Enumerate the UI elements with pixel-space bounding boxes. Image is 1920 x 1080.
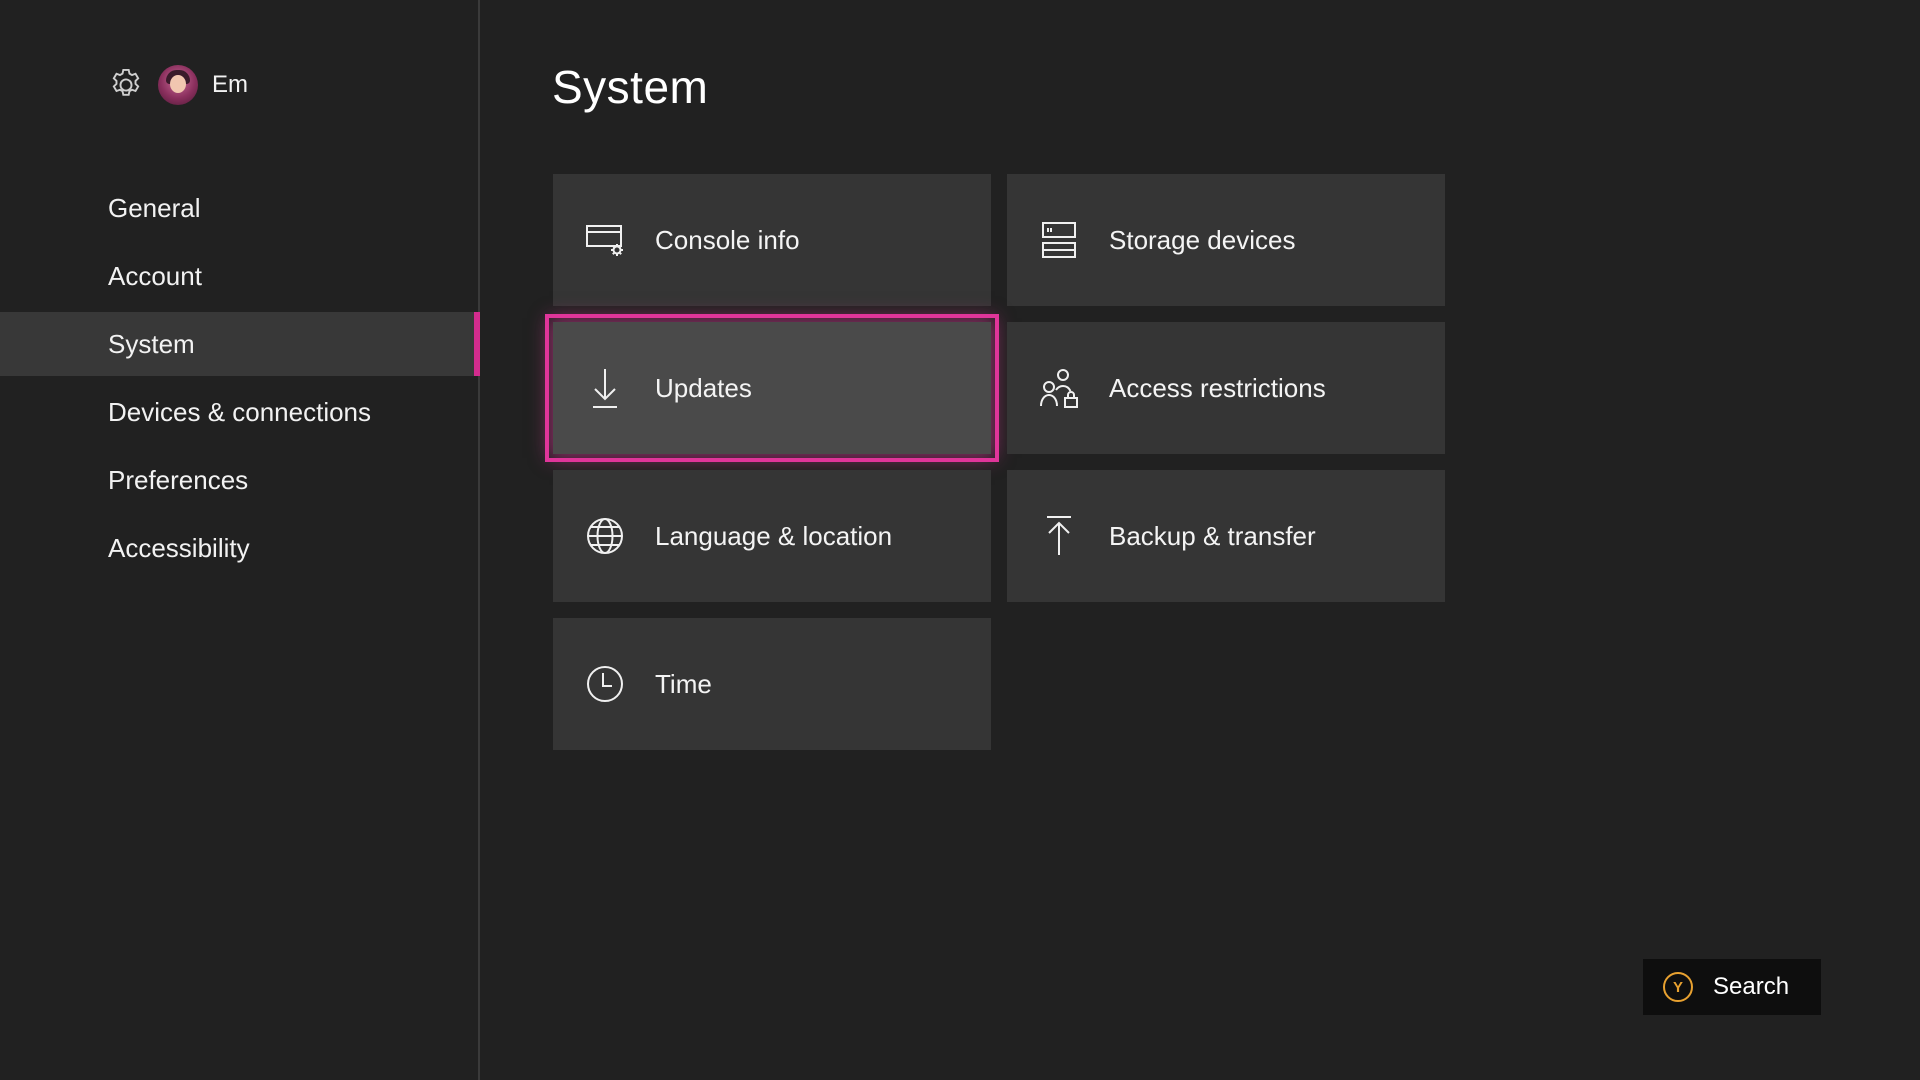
settings-tiles: Console info Storage devices Updates Acc… (545, 174, 1445, 750)
sidebar-item-label: System (108, 328, 195, 359)
sidebar-item-accessibility[interactable]: Accessibility (0, 516, 478, 580)
sidebar: Em General Account System Devices & conn… (0, 0, 480, 1080)
sidebar-item-account[interactable]: Account (0, 244, 478, 308)
gear-icon (106, 65, 146, 105)
search-label: Search (1713, 973, 1790, 1000)
globe-icon (585, 516, 625, 556)
upload-arrow-icon (1039, 516, 1079, 556)
tile-label: Backup & transfer (1109, 520, 1316, 551)
y-button-icon: Y (1663, 972, 1693, 1002)
username: Em (212, 71, 248, 98)
sidebar-item-label: Accessibility (108, 532, 250, 563)
sidebar-item-label: General (108, 192, 201, 223)
access-restrictions-icon (1039, 368, 1079, 408)
updates-tile[interactable]: Updates (545, 314, 999, 462)
language-location-tile[interactable]: Language & location (553, 470, 991, 602)
sidebar-item-label: Devices & connections (108, 396, 372, 427)
sidebar-nav: General Account System Devices & connect… (0, 176, 480, 584)
page-title: System (552, 61, 709, 113)
tile-label: Access restrictions (1109, 372, 1326, 403)
console-info-tile[interactable]: Console info (553, 174, 991, 306)
avatar[interactable] (158, 65, 198, 105)
search-button[interactable]: Y Search (1643, 959, 1821, 1015)
tile-label: Console info (655, 224, 800, 255)
time-tile[interactable]: Time (553, 618, 991, 750)
sidebar-item-devices-connections[interactable]: Devices & connections (0, 380, 478, 444)
sidebar-item-preferences[interactable]: Preferences (0, 448, 478, 512)
access-restrictions-tile[interactable]: Access restrictions (1007, 322, 1445, 454)
settings-screen: Em General Account System Devices & conn… (0, 0, 1920, 1080)
download-arrow-icon (585, 368, 625, 408)
console-info-icon (585, 220, 625, 260)
sidebar-item-label: Preferences (108, 464, 249, 495)
clock-icon (585, 664, 625, 704)
tile-label: Time (655, 668, 712, 699)
tile-label: Language & location (655, 520, 893, 551)
backup-transfer-tile[interactable]: Backup & transfer (1007, 470, 1445, 602)
profile-header: Em (106, 64, 248, 106)
sidebar-item-label: Account (108, 260, 202, 291)
tile-label: Updates (655, 372, 752, 403)
sidebar-item-general[interactable]: General (0, 176, 478, 240)
storage-devices-tile[interactable]: Storage devices (1007, 174, 1445, 306)
tile-label: Storage devices (1109, 224, 1296, 255)
sidebar-item-system[interactable]: System (0, 312, 480, 376)
storage-devices-icon (1039, 220, 1079, 260)
